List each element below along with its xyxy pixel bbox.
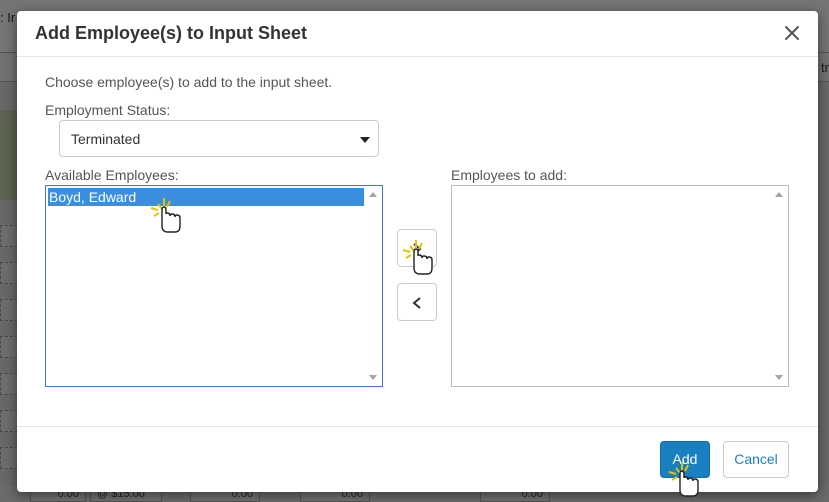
scroll-up-icon[interactable] [369, 192, 377, 197]
employment-status-label: Employment Status: [45, 102, 171, 118]
move-left-button[interactable] [397, 283, 437, 321]
employment-status-select[interactable]: Terminated [59, 120, 379, 157]
scroll-up-icon[interactable] [775, 192, 783, 197]
dialog-header: Add Employee(s) to Input Sheet [17, 11, 818, 57]
scrollbar[interactable] [365, 186, 382, 386]
employment-status-value: Terminated [71, 131, 141, 147]
add-employee-dialog: Add Employee(s) to Input Sheet Choose em… [17, 11, 818, 492]
list-item[interactable]: Boyd, Edward [48, 188, 364, 206]
scroll-down-icon[interactable] [369, 375, 377, 380]
add-button[interactable]: Add [660, 441, 710, 478]
close-button[interactable] [780, 21, 804, 45]
scrollbar[interactable] [771, 186, 788, 386]
available-employees-label: Available Employees: [45, 167, 179, 183]
move-right-button[interactable] [397, 229, 437, 267]
scroll-down-icon[interactable] [775, 375, 783, 380]
dialog-intro-text: Choose employee(s) to add to the input s… [45, 74, 333, 90]
caret-down-icon [360, 137, 370, 143]
available-employees-list[interactable]: Boyd, Edward [45, 185, 383, 387]
close-icon [785, 26, 799, 40]
cancel-button[interactable]: Cancel [723, 441, 789, 478]
employees-to-add-list[interactable] [451, 185, 789, 387]
employees-to-add-label: Employees to add: [451, 167, 567, 183]
dialog-title: Add Employee(s) to Input Sheet [35, 23, 308, 43]
chevron-left-icon [412, 297, 421, 309]
chevron-right-icon [413, 243, 422, 255]
